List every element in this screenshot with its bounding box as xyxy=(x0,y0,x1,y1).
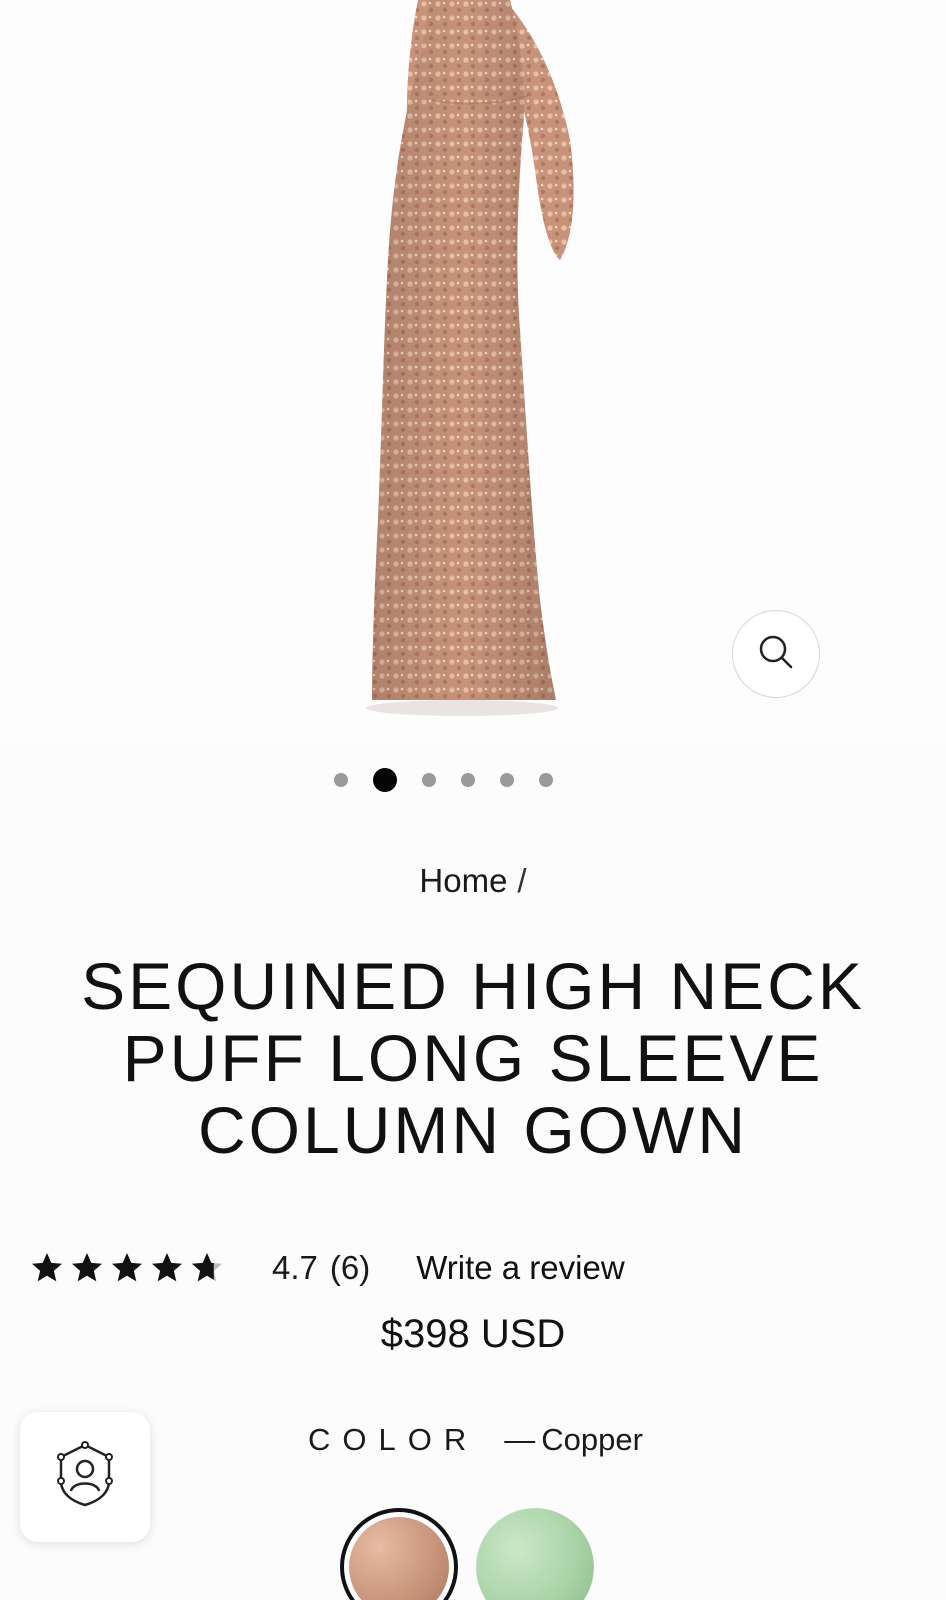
breadcrumb-home-link[interactable]: Home xyxy=(419,862,507,899)
product-image[interactable] xyxy=(0,0,946,740)
color-label: COLOR xyxy=(308,1422,479,1457)
zoom-button[interactable] xyxy=(732,610,820,698)
carousel-dot[interactable] xyxy=(460,773,475,787)
rating-value: 4.7 xyxy=(272,1249,318,1286)
search-icon xyxy=(754,630,798,679)
selected-color-name: Copper xyxy=(541,1422,643,1457)
carousel-dot[interactable] xyxy=(538,773,553,787)
color-selector-label: COLOR — Copper xyxy=(308,1422,643,1458)
star-icon xyxy=(112,1253,142,1282)
color-swatches xyxy=(340,1508,594,1600)
swatch-sage[interactable] xyxy=(476,1508,594,1600)
breadcrumb: Home / xyxy=(0,862,946,900)
star-icon xyxy=(72,1253,102,1282)
carousel-dot[interactable] xyxy=(421,773,436,787)
breadcrumb-separator: / xyxy=(517,862,527,899)
star-half-icon xyxy=(192,1253,222,1282)
carousel-dot[interactable] xyxy=(499,773,514,787)
user-shield-icon xyxy=(53,1440,117,1514)
account-button[interactable] xyxy=(20,1412,150,1542)
review-count[interactable]: (6) xyxy=(330,1249,370,1287)
price: $398 USD xyxy=(380,1312,566,1356)
star-icon xyxy=(32,1253,62,1282)
star-rating[interactable] xyxy=(28,1250,226,1286)
swatch-sage-fill xyxy=(476,1508,594,1600)
rating-row: 4.7 (6) Write a review xyxy=(28,1246,625,1290)
product-page: Home / SEQUINED HIGH NECK PUFF LONG SLEEV… xyxy=(0,0,946,1600)
swatch-copper[interactable] xyxy=(340,1508,458,1600)
carousel-dot-active[interactable] xyxy=(372,768,397,792)
write-review-link[interactable]: Write a review xyxy=(416,1249,624,1287)
star-icon xyxy=(152,1253,182,1282)
product-title: SEQUINED HIGH NECK PUFF LONG SLEEVE COLU… xyxy=(81,949,865,1167)
carousel-dot[interactable] xyxy=(333,773,348,787)
image-carousel-dots xyxy=(0,768,946,792)
swatch-copper-fill xyxy=(349,1517,449,1600)
color-dash: — xyxy=(504,1422,536,1457)
